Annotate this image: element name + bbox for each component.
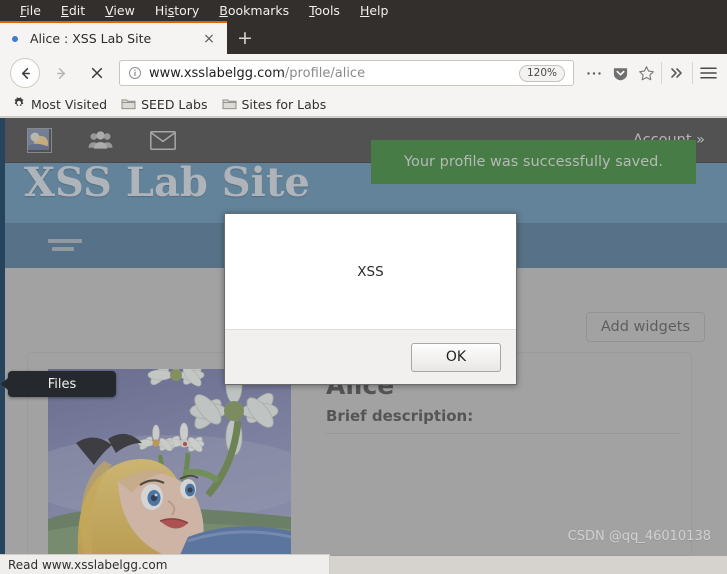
brief-description-divider [326, 433, 681, 434]
bookmarks-bar: Most Visited SEED Labs Sites for Labs [0, 92, 727, 117]
alert-body: XSS [225, 214, 516, 329]
url-path: /profile/alice [284, 65, 366, 81]
stop-x-icon[interactable] [82, 58, 112, 88]
bookmark-most-visited[interactable]: Most Visited [12, 95, 107, 114]
toolbar-divider [661, 62, 662, 84]
watermark-text: CSDN @qq_46010138 [567, 529, 711, 544]
bookmark-label: SEED Labs [141, 96, 208, 112]
menu-bookmarks[interactable]: Bookmarks [209, 0, 299, 21]
alert-message: XSS [357, 263, 384, 280]
hamburger-menu-icon[interactable] [695, 60, 721, 86]
zoom-level-badge[interactable]: 120% [518, 64, 565, 82]
ellipsis-icon[interactable] [581, 60, 607, 86]
bookmark-sites-for-labs[interactable]: Sites for Labs [222, 95, 327, 114]
tooltip-files: Files [1, 371, 116, 397]
gear-icon [12, 95, 26, 114]
menu-history[interactable]: History [145, 0, 209, 21]
bookmark-label: Sites for Labs [241, 96, 327, 112]
menu-lines-icon[interactable] [48, 239, 82, 255]
menu-bar: File Edit View History Bookmarks Tools H… [0, 0, 727, 21]
add-widgets-button[interactable]: Add widgets [585, 312, 705, 342]
ok-button[interactable]: OK [411, 342, 501, 372]
menu-file[interactable]: File [10, 0, 51, 21]
tab-favicon-icon [12, 35, 18, 42]
toolbar-divider-2 [692, 62, 693, 84]
page-info-icon[interactable] [128, 66, 142, 80]
arrow-left-icon[interactable] [10, 58, 40, 88]
chevron-double-right-icon[interactable] [664, 60, 690, 86]
success-message-banner: Your profile was successfully saved. [371, 140, 696, 184]
folder-icon [222, 95, 237, 114]
menu-help[interactable]: Help [350, 0, 399, 21]
tab-alice-xss-lab-site[interactable]: Alice : XSS Lab Site × [0, 21, 227, 54]
pocket-shield-icon[interactable] [607, 60, 633, 86]
bookmark-label: Most Visited [31, 96, 108, 112]
page-left-border [0, 118, 5, 556]
javascript-alert-dialog: XSS OK [224, 213, 517, 385]
url-host: www.xsslabelgg.com [149, 65, 285, 81]
folder-icon [121, 95, 136, 114]
success-message-text: Your profile was successfully saved. [404, 154, 663, 170]
star-icon[interactable] [633, 60, 659, 86]
brief-description-label: Brief description: [326, 407, 474, 425]
browser-window: File Edit View History Bookmarks Tools H… [0, 0, 727, 574]
tab-strip: Alice : XSS Lab Site × + [0, 21, 727, 54]
tab-title: Alice : XSS Lab Site [30, 31, 152, 46]
arrow-right-icon [46, 58, 76, 88]
status-bar-text: Read www.xsslabelgg.com [8, 557, 168, 572]
close-icon[interactable]: × [197, 27, 221, 51]
navigation-toolbar: www.xsslabelgg.com/profile/alice 120% [0, 54, 727, 92]
alert-footer: OK [225, 329, 516, 384]
envelope-icon[interactable] [150, 130, 176, 150]
tooltip-label: Files [47, 376, 77, 392]
bookmark-seed-labs[interactable]: SEED Labs [121, 95, 208, 114]
url-text[interactable]: www.xsslabelgg.com/profile/alice [149, 66, 519, 81]
menu-view[interactable]: View [95, 0, 145, 21]
menu-edit[interactable]: Edit [51, 0, 95, 21]
status-bar: Read www.xsslabelgg.com [0, 554, 330, 574]
site-title: XSS Lab Site [24, 159, 310, 206]
url-bar[interactable]: www.xsslabelgg.com/profile/alice 120% [119, 60, 574, 86]
new-tab-button[interactable]: + [231, 25, 259, 51]
menu-tools[interactable]: Tools [299, 0, 350, 21]
user-avatar-thumbnail[interactable] [27, 127, 52, 153]
friends-group-icon[interactable] [88, 130, 113, 150]
